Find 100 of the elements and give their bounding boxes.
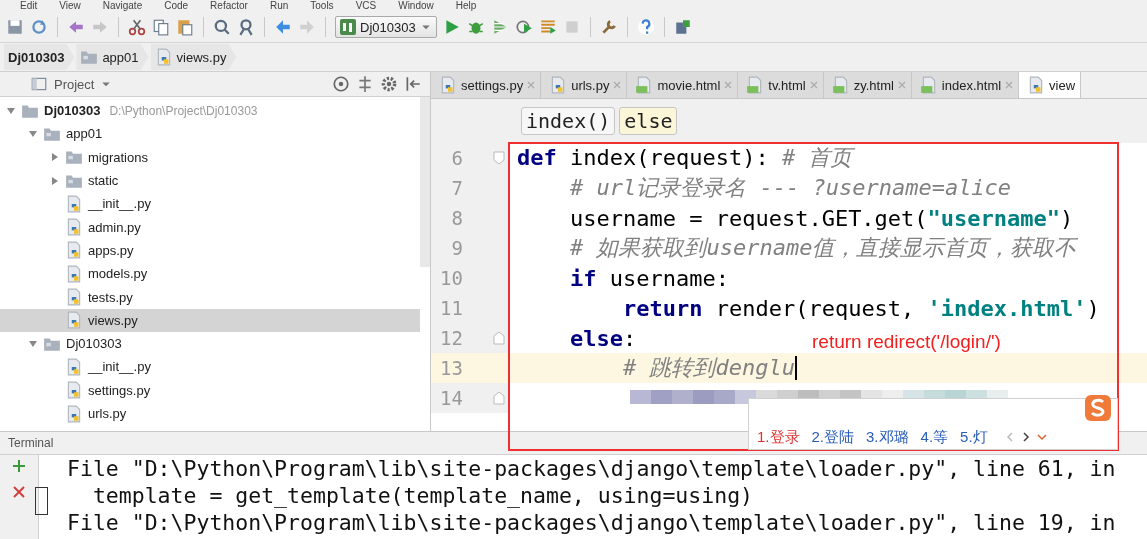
menu-item[interactable]: Tools [310,0,334,12]
html-file-icon [919,76,938,94]
pin-icon[interactable] [404,75,422,93]
tree-item[interactable]: admin.py [0,215,420,239]
text-cursor [35,487,48,515]
fold-marker-icon[interactable] [493,151,505,165]
menu-item[interactable]: Navigate [102,0,143,12]
tree-item[interactable]: __init__.py [0,355,420,379]
run-configuration-dropdown[interactable]: Dj010303 [335,16,437,38]
menu-item[interactable]: View [59,0,81,12]
annotation-text: return redirect('/login/') [812,331,1001,353]
line-number: 8 [450,207,463,229]
collapse-icon[interactable] [356,75,374,93]
ime-candidate[interactable]: 1.登录 [757,427,800,447]
plus-icon[interactable] [12,459,26,473]
ime-candidate[interactable]: 4.等 [920,427,949,447]
expanded-arrow-icon[interactable] [6,105,16,116]
editor-tab[interactable]: settings.py [431,72,542,98]
fold-marker-icon[interactable] [493,331,505,345]
code-line: # 跳转到denglu [621,354,795,382]
project-view-icon [30,75,48,93]
close-icon[interactable] [12,485,26,499]
target-icon[interactable] [332,75,350,93]
line-number: 9 [450,237,463,259]
database-icon[interactable] [673,18,692,36]
code-breadcrumb[interactable]: else [619,107,678,135]
editor-tab[interactable]: tv.html [738,72,824,98]
collapsed-arrow-icon[interactable] [50,175,60,186]
tree-item[interactable]: app01 [0,122,420,146]
html-file-icon [831,76,850,94]
tree-item[interactable]: migrations [0,145,420,169]
replace-icon[interactable] [237,18,255,36]
tree-item[interactable]: settings.py [0,378,420,402]
tree-item[interactable]: tests.py [0,285,420,309]
editor-tab[interactable]: view [1019,72,1082,98]
tree-item[interactable]: urls.py [0,401,420,426]
help-icon[interactable] [636,18,655,36]
menu-item[interactable]: Help [455,0,477,12]
menu-item[interactable]: Code [164,0,189,12]
line-number: 11 [439,297,463,319]
python-file-icon [65,357,83,376]
django-icon [340,19,356,35]
editor-tab[interactable]: movie.html [627,72,739,98]
panel-title[interactable]: Terminal [8,436,54,450]
save-icon[interactable] [6,18,24,36]
back-arrow-icon[interactable] [274,18,292,36]
code-line: username = request.GET.get("username") [568,205,1074,231]
text-cursor [794,356,797,380]
search-icon[interactable] [213,18,231,36]
expanded-arrow-icon[interactable] [28,338,38,349]
settings-icon[interactable] [380,75,398,93]
terminal-output-line: File "D:\Python\Program\lib\site-packages\django\template\loader.py", line 61, in [67,455,1116,482]
code-editor[interactable] [431,143,1147,431]
python-file-icon [65,194,83,213]
tree-item[interactable]: models.py [0,262,420,286]
ime-candidate[interactable]: 3.邓璐 [866,427,909,447]
menu-item[interactable]: Refactor [210,0,248,12]
menu-item[interactable]: Run [269,0,289,12]
breadcrumb[interactable]: views.py [150,44,237,70]
breadcrumb[interactable]: app01 [76,44,149,70]
tree-item[interactable]: __init__.py [0,192,420,216]
line-number: 7 [450,177,463,199]
code-breadcrumb[interactable]: index() [521,107,616,135]
python-file-icon [65,311,83,330]
fold-marker-icon[interactable] [493,391,505,405]
line-number: 10 [439,267,463,289]
editor-tab[interactable]: zy.html [823,72,912,98]
chevron-down-icon[interactable] [1035,431,1048,443]
ime-candidate[interactable]: 5.灯 [960,427,988,447]
python-file-icon [65,288,83,306]
collapsed-arrow-icon[interactable] [50,152,60,163]
ime-candidate[interactable]: 2.登陆 [811,427,855,447]
code-line: # url记录登录名 --- ?username=alice [568,174,1012,202]
python-file-icon [65,264,83,283]
menu-item[interactable]: Edit [20,0,38,12]
tree-item[interactable]: Dj010303 D:\Python\Project\Dj010303 [0,99,420,123]
python-file-icon [65,381,83,400]
editor-tab[interactable]: index.html [911,72,1020,98]
tree-item[interactable]: views.py [0,308,420,332]
line-number: 6 [450,147,463,169]
menu-item[interactable]: VCS [355,0,377,12]
sync-icon[interactable] [30,18,48,36]
editor-tab[interactable]: urls.py [541,72,628,98]
expanded-arrow-icon[interactable] [28,128,38,139]
tree-item[interactable]: Dj010303 [0,331,420,356]
copy-icon[interactable] [152,18,170,36]
paste-icon[interactable] [176,18,194,36]
run-list-icon[interactable] [538,18,557,36]
profile-icon[interactable] [514,18,533,36]
panel-title[interactable]: Project [54,76,95,92]
folder-icon [80,48,99,66]
terminal-output-line: template = get_template(template_name, using=using) [91,482,755,509]
menu-item[interactable]: Window [398,0,434,12]
tree-item[interactable]: apps.py [0,238,420,263]
breadcrumb[interactable]: Dj010303 [4,44,75,70]
line-number: 12 [439,327,463,349]
tree-item[interactable]: static [0,168,420,193]
scrollbar-thumb[interactable] [420,97,430,267]
cut-icon[interactable] [128,18,146,36]
python-file-icon [65,241,83,260]
